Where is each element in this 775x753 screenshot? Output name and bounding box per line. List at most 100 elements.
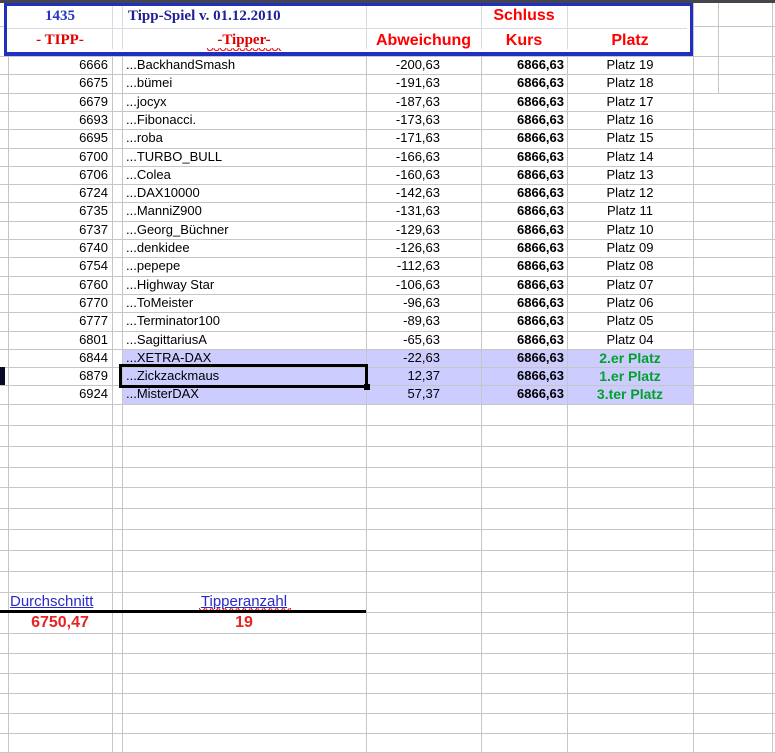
kurs-cell[interactable]: 6866,63 — [481, 367, 564, 385]
kurs-cell[interactable]: 6866,63 — [481, 166, 564, 184]
tipp-cell[interactable]: 6770 — [8, 294, 108, 312]
kurs-cell[interactable]: 6866,63 — [481, 385, 564, 403]
abweichung-cell[interactable]: 57,37 — [366, 385, 440, 403]
tipp-cell[interactable]: 6740 — [8, 239, 108, 257]
platz-cell[interactable]: Platz 12 — [567, 184, 693, 202]
column-header-kurs[interactable]: Kurs — [481, 29, 567, 52]
kurs-cell[interactable]: 6866,63 — [481, 184, 564, 202]
platz-cell[interactable]: Platz 08 — [567, 257, 693, 275]
platz-cell[interactable]: Platz 18 — [567, 74, 693, 92]
kurs-cell[interactable]: 6866,63 — [481, 202, 564, 220]
durchschnitt-value[interactable]: 6750,47 — [8, 613, 112, 633]
abweichung-cell[interactable]: -65,63 — [366, 331, 440, 349]
tipper-cell[interactable]: ...denkidee — [126, 239, 364, 257]
kurs-cell[interactable]: 6866,63 — [481, 74, 564, 92]
tipper-cell[interactable]: ...Fibonacci. — [126, 111, 364, 129]
column-header-platz[interactable]: Platz — [567, 29, 693, 52]
abweichung-cell[interactable]: -166,63 — [366, 148, 440, 166]
tipp-cell[interactable]: 6844 — [8, 349, 108, 367]
platz-cell[interactable]: Platz 11 — [567, 202, 693, 220]
week-number-cell[interactable]: 1435 — [8, 3, 112, 29]
tipp-cell[interactable]: 6879 — [8, 367, 108, 385]
tipper-cell[interactable]: ...TURBO_BULL — [126, 148, 364, 166]
platz-cell[interactable]: 3.ter Platz — [567, 385, 693, 403]
selected-cell-border[interactable] — [119, 364, 368, 389]
kurs-cell[interactable]: 6866,63 — [481, 294, 564, 312]
kurs-cell[interactable]: 6866,63 — [481, 239, 564, 257]
platz-cell[interactable]: Platz 10 — [567, 221, 693, 239]
kurs-cell[interactable]: 6866,63 — [481, 257, 564, 275]
kurs-cell[interactable]: 6866,63 — [481, 276, 564, 294]
tipper-cell[interactable]: ...pepepe — [126, 257, 364, 275]
abweichung-cell[interactable]: -191,63 — [366, 74, 440, 92]
kurs-cell[interactable]: 6866,63 — [481, 349, 564, 367]
platz-cell[interactable]: Platz 06 — [567, 294, 693, 312]
tipper-cell[interactable]: ...SagittariusA — [126, 331, 364, 349]
tipp-cell[interactable]: 6679 — [8, 93, 108, 111]
platz-cell[interactable]: Platz 15 — [567, 129, 693, 147]
platz-cell[interactable]: 1.er Platz — [567, 367, 693, 385]
abweichung-cell[interactable]: -106,63 — [366, 276, 440, 294]
schluss-header-cell[interactable]: Schluss — [481, 3, 567, 29]
sheet-title-cell[interactable]: Tipp-Spiel v. 01.12.2010 — [128, 3, 281, 29]
column-header-abweichung[interactable]: Abweichung — [366, 29, 481, 52]
abweichung-cell[interactable]: -171,63 — [366, 129, 440, 147]
abweichung-cell[interactable]: -89,63 — [366, 312, 440, 330]
platz-cell[interactable]: Platz 19 — [567, 56, 693, 74]
tipp-cell[interactable]: 6777 — [8, 312, 108, 330]
kurs-cell[interactable]: 6866,63 — [481, 93, 564, 111]
platz-cell[interactable]: 2.er Platz — [567, 349, 693, 367]
platz-cell[interactable]: Platz 17 — [567, 93, 693, 111]
abweichung-cell[interactable]: -96,63 — [366, 294, 440, 312]
kurs-cell[interactable]: 6866,63 — [481, 312, 564, 330]
abweichung-cell[interactable]: -142,63 — [366, 184, 440, 202]
tipper-cell[interactable]: ...bümei — [126, 74, 364, 92]
tipp-cell[interactable]: 6666 — [8, 56, 108, 74]
tipp-cell[interactable]: 6695 — [8, 129, 108, 147]
abweichung-cell[interactable]: -126,63 — [366, 239, 440, 257]
platz-cell[interactable]: Platz 14 — [567, 148, 693, 166]
tipp-cell[interactable]: 6737 — [8, 221, 108, 239]
kurs-cell[interactable]: 6866,63 — [481, 331, 564, 349]
abweichung-cell[interactable]: -200,63 — [366, 56, 440, 74]
selection-fill-handle[interactable] — [364, 384, 370, 391]
abweichung-cell[interactable]: -160,63 — [366, 166, 440, 184]
tipp-cell[interactable]: 6760 — [8, 276, 108, 294]
tipp-cell[interactable]: 6693 — [8, 111, 108, 129]
kurs-cell[interactable]: 6866,63 — [481, 221, 564, 239]
abweichung-cell[interactable]: -131,63 — [366, 202, 440, 220]
column-header-tipp[interactable]: - TIPP- — [8, 29, 112, 52]
tipp-cell[interactable]: 6754 — [8, 257, 108, 275]
tipper-cell[interactable]: ...Colea — [126, 166, 364, 184]
tipper-cell[interactable]: ...ToMeister — [126, 294, 364, 312]
kurs-cell[interactable]: 6866,63 — [481, 129, 564, 147]
platz-cell[interactable]: Platz 16 — [567, 111, 693, 129]
tipper-cell[interactable]: ...Georg_Büchner — [126, 221, 364, 239]
kurs-cell[interactable]: 6866,63 — [481, 111, 564, 129]
tipp-cell[interactable]: 6706 — [8, 166, 108, 184]
tipp-cell[interactable]: 6700 — [8, 148, 108, 166]
abweichung-cell[interactable]: -173,63 — [366, 111, 440, 129]
platz-cell[interactable]: Platz 09 — [567, 239, 693, 257]
tipp-cell[interactable]: 6735 — [8, 202, 108, 220]
tipp-cell[interactable]: 6924 — [8, 385, 108, 403]
abweichung-cell[interactable]: -112,63 — [366, 257, 440, 275]
tipp-cell[interactable]: 6801 — [8, 331, 108, 349]
tipper-cell[interactable]: ...roba — [126, 129, 364, 147]
platz-cell[interactable]: Platz 05 — [567, 312, 693, 330]
platz-cell[interactable]: Platz 07 — [567, 276, 693, 294]
durchschnitt-label[interactable]: Durchschnitt — [10, 592, 93, 612]
tipp-cell[interactable]: 6724 — [8, 184, 108, 202]
tipper-cell[interactable]: ...BackhandSmash — [126, 56, 364, 74]
tipper-cell[interactable]: ...jocyx — [126, 93, 364, 111]
tipper-cell[interactable]: ...Highway Star — [126, 276, 364, 294]
abweichung-cell[interactable]: 12,37 — [366, 367, 440, 385]
abweichung-cell[interactable]: -129,63 — [366, 221, 440, 239]
kurs-cell[interactable]: 6866,63 — [481, 148, 564, 166]
platz-cell[interactable]: Platz 13 — [567, 166, 693, 184]
platz-cell[interactable]: Platz 04 — [567, 331, 693, 349]
tipper-cell[interactable]: ...ManniZ900 — [126, 202, 364, 220]
kurs-cell[interactable]: 6866,63 — [481, 56, 564, 74]
tipp-cell[interactable]: 6675 — [8, 74, 108, 92]
tipper-cell[interactable]: ...Terminator100 — [126, 312, 364, 330]
